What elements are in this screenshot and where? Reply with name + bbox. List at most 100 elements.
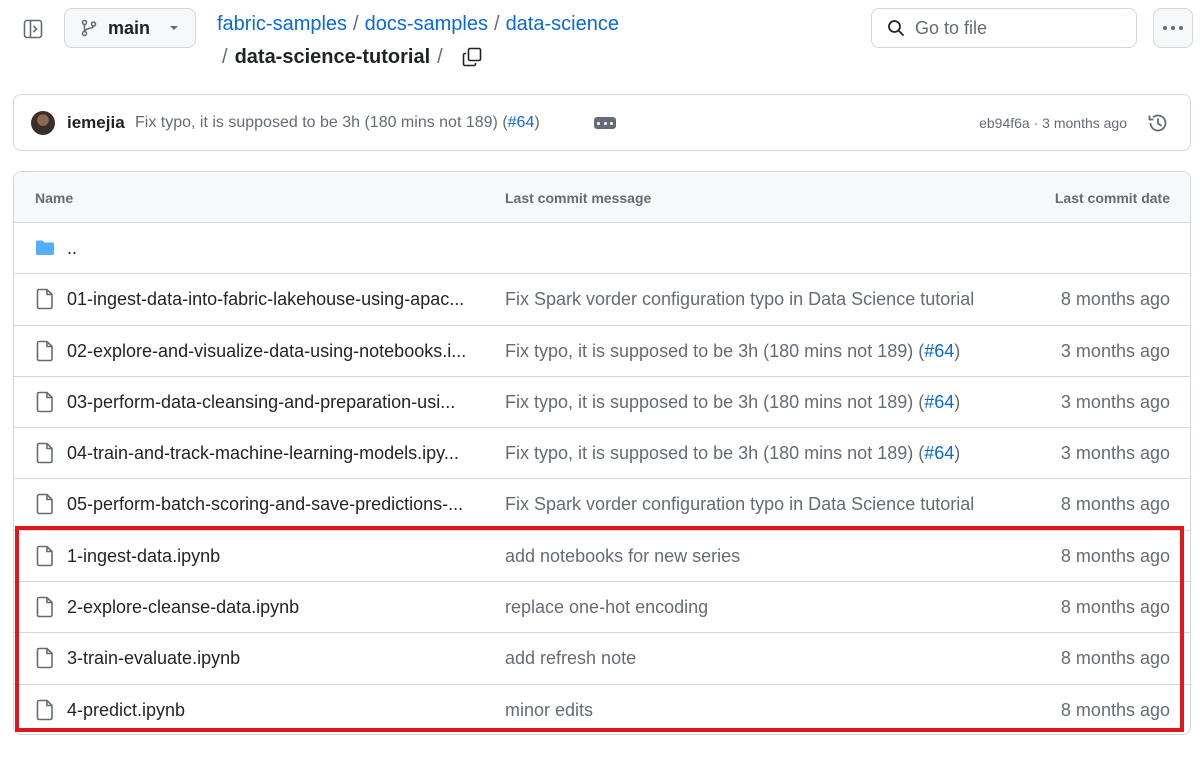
copy-icon [462, 47, 482, 67]
commit-message-text: Fix typo, it is supposed to be 3h (180 m… [505, 443, 925, 464]
chevron-down-icon [170, 26, 178, 30]
branch-name: main [108, 17, 151, 38]
current-folder-name: data-science-tutorial [234, 46, 431, 68]
parent-directory-row[interactable]: .. [14, 223, 1190, 275]
commit-message[interactable]: Fix typo, it is supposed to be 3h (180 m… [135, 114, 540, 132]
breadcrumb: fabric-samples / docs-samples / data-science [217, 12, 619, 36]
file-icon [36, 391, 53, 413]
commit-pr-link[interactable]: #64 [924, 341, 954, 361]
latest-commit-bar: iemejia Fix typo, it is supposed to be 3… [13, 94, 1191, 151]
column-header-name: Name [35, 190, 74, 206]
table-row[interactable]: 4-predict.ipynb minor edits 8 months ago [14, 685, 1190, 734]
table-row[interactable]: 02-explore-and-visualize-data-using-note… [14, 326, 1190, 377]
file-name-link[interactable]: 02-explore-and-visualize-data-using-note… [67, 341, 466, 362]
commit-message-link[interactable]: Fix typo, it is supposed to be 3h (180 m… [505, 392, 960, 413]
search-icon [888, 20, 904, 36]
table-row[interactable]: 1-ingest-data.ipynb add notebooks for new… [14, 531, 1190, 583]
commit-message-link[interactable]: minor edits [505, 700, 593, 721]
file-icon [36, 288, 53, 310]
file-name-link[interactable]: 05-perform-batch-scoring-and-save-predic… [67, 494, 463, 515]
breadcrumb-separator: / [353, 13, 359, 35]
table-row[interactable]: 05-perform-batch-scoring-and-save-predic… [14, 479, 1190, 531]
commit-message-text: Fix typo, it is supposed to be 3h (180 m… [135, 114, 508, 131]
more-options-button[interactable] [1153, 8, 1193, 48]
column-header-message: Last commit message [505, 190, 652, 206]
column-header-date: Last commit date [1054, 190, 1170, 206]
table-row[interactable]: 2-explore-cleanse-data.ipynb replace one-… [14, 582, 1190, 634]
commit-message-link[interactable]: Fix typo, it is supposed to be 3h (180 m… [505, 443, 960, 464]
commit-date: 8 months ago [1060, 699, 1170, 720]
file-name-link[interactable]: 4-predict.ipynb [67, 700, 185, 721]
commit-message-suffix: ) [954, 391, 961, 412]
commit-pr-link[interactable]: #64 [924, 443, 954, 463]
branch-selector-button[interactable]: main [64, 8, 196, 48]
commit-message-link[interactable]: add notebooks for new series [505, 546, 740, 567]
sidebar-expand-icon [23, 19, 43, 39]
commit-message-text: Fix Spark vorder configuration typo in D… [505, 289, 975, 310]
file-icon [36, 596, 53, 618]
avatar[interactable] [31, 111, 55, 135]
commit-pr-link[interactable]: #64 [924, 392, 954, 412]
commit-message-link[interactable]: Fix Spark vorder configuration typo in D… [505, 289, 974, 310]
commit-message-link[interactable]: add refresh note [505, 648, 636, 669]
file-name-link[interactable]: 04-train-and-track-machine-learning-mode… [67, 443, 459, 464]
folder-icon [36, 240, 54, 255]
breadcrumb-link-repo[interactable]: fabric-samples [217, 13, 347, 35]
file-name-link[interactable]: 03-perform-data-cleansing-and-preparatio… [67, 392, 455, 413]
file-table: Name Last commit message Last commit dat… [13, 171, 1191, 735]
commit-message-link[interactable]: Fix Spark vorder configuration typo in D… [505, 494, 974, 515]
commit-date: 3 months ago [1060, 340, 1170, 361]
commit-message-suffix: ) [954, 340, 961, 361]
go-to-file-search[interactable] [871, 8, 1137, 48]
breadcrumb-link-docs-samples[interactable]: docs-samples [365, 13, 488, 35]
history-icon[interactable] [1146, 111, 1170, 135]
breadcrumb-separator: / [222, 46, 228, 68]
commit-message-link[interactable]: Fix typo, it is supposed to be 3h (180 m… [505, 341, 960, 362]
commit-message-text: Fix Spark vorder configuration typo in D… [505, 494, 975, 515]
commit-date: 8 months ago [1060, 545, 1170, 566]
file-icon [36, 545, 53, 567]
file-icon [36, 699, 53, 720]
file-name-link[interactable]: 1-ingest-data.ipynb [67, 546, 220, 567]
file-icon [36, 648, 53, 669]
breadcrumb-link-data-science[interactable]: data-science [506, 13, 619, 35]
commit-message-text: Fix typo, it is supposed to be 3h (180 m… [505, 391, 925, 412]
commit-date: 8 months ago [1060, 289, 1170, 310]
table-row[interactable]: 01-ingest-data-into-fabric-lakehouse-usi… [14, 274, 1190, 326]
commit-message-link[interactable]: replace one-hot encoding [505, 597, 708, 618]
commit-message-text: minor edits [505, 699, 594, 720]
commit-date: 3 months ago [1060, 391, 1170, 412]
breadcrumb-current: / data-science-tutorial / [222, 45, 483, 69]
commit-date: 3 months ago [1060, 443, 1170, 464]
breadcrumb-separator: / [494, 13, 500, 35]
breadcrumb-separator: / [437, 46, 443, 68]
commit-message-text: Fix typo, it is supposed to be 3h (180 m… [505, 340, 925, 361]
table-row[interactable]: 03-perform-data-cleansing-and-preparatio… [14, 377, 1190, 429]
commit-message-text: add refresh note [505, 648, 637, 669]
file-icon [36, 340, 53, 361]
table-row[interactable]: 3-train-evaluate.ipynb add refresh note 8 … [14, 633, 1190, 685]
file-name-link[interactable]: 2-explore-cleanse-data.ipynb [67, 597, 299, 618]
git-branch-icon [81, 19, 97, 37]
commit-message-text: replace one-hot encoding [505, 597, 709, 618]
parent-directory-link[interactable]: .. [67, 238, 77, 259]
commit-date: 8 months ago [1060, 494, 1170, 515]
kebab-horizontal-icon [1163, 26, 1183, 30]
commit-pr-link[interactable]: #64 [508, 114, 535, 131]
commit-date: 8 months ago [1060, 648, 1170, 669]
table-header: Name Last commit message Last commit dat… [14, 172, 1190, 223]
file-name-link[interactable]: 01-ingest-data-into-fabric-lakehouse-usi… [67, 289, 464, 310]
commit-author[interactable]: iemejia [67, 113, 125, 133]
search-input[interactable] [915, 17, 1115, 39]
sidebar-toggle-button[interactable] [22, 18, 44, 40]
commit-sha-time[interactable]: eb94f6a · 3 months ago [979, 115, 1127, 131]
copy-path-button[interactable] [461, 46, 483, 68]
commit-message-text: add notebooks for new series [505, 545, 741, 566]
file-icon [36, 494, 53, 515]
file-icon [36, 442, 53, 464]
expand-commit-message-button[interactable] [594, 117, 616, 129]
commit-message-suffix: ) [954, 443, 961, 464]
commit-date: 8 months ago [1060, 597, 1170, 618]
file-name-link[interactable]: 3-train-evaluate.ipynb [67, 648, 240, 669]
table-row[interactable]: 04-train-and-track-machine-learning-mode… [14, 428, 1190, 480]
